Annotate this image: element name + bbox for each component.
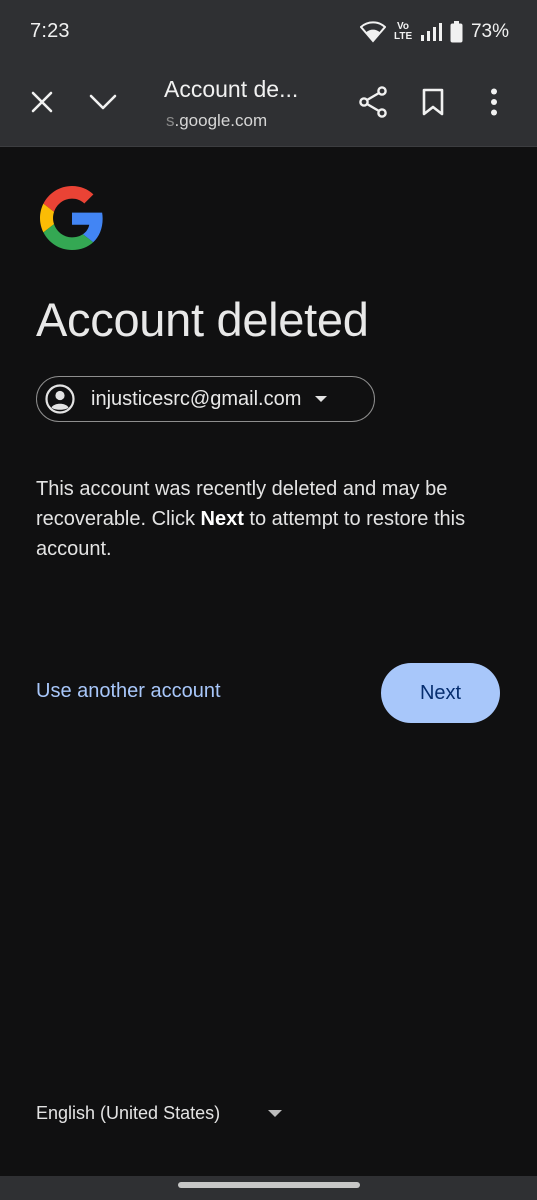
chevron-down-icon [315, 396, 328, 402]
battery-icon [450, 21, 463, 43]
wifi-icon [359, 21, 386, 43]
chevron-down-icon [268, 1110, 283, 1117]
status-time: 7:23 [30, 20, 70, 42]
account-circle-icon [45, 384, 75, 414]
status-icons: Vo LTE 73% [359, 18, 509, 46]
browser-toolbar: Account de... s.google.com [0, 62, 537, 147]
description-bold-next: Next [200, 508, 244, 530]
close-icon [30, 90, 54, 119]
page-title: Account de... [164, 76, 299, 102]
signal-icon [420, 22, 442, 42]
page-url: s.google.com [166, 111, 267, 131]
recovery-description: This account was recently deleted and ma… [36, 474, 496, 564]
more-options-button[interactable] [470, 80, 518, 128]
account-selector[interactable]: injusticesrc@gmail.com [36, 376, 375, 422]
bookmark-icon [422, 88, 444, 121]
language-selector[interactable]: English (United States) [36, 1103, 283, 1124]
close-button[interactable] [18, 80, 66, 128]
bookmark-button[interactable] [409, 80, 457, 128]
language-label: English (United States) [36, 1103, 221, 1123]
share-icon [358, 85, 388, 123]
next-button[interactable]: Next [381, 663, 500, 723]
page-heading: Account deleted [36, 293, 369, 346]
url-faded-part: s [166, 111, 175, 130]
share-button[interactable] [349, 80, 397, 128]
account-email: injusticesrc@gmail.com [91, 387, 302, 410]
google-logo [40, 186, 104, 250]
more-vert-icon [490, 88, 498, 121]
status-bar: 7:23 Vo LTE 73% [0, 0, 537, 62]
system-nav-bar [0, 1176, 537, 1200]
volte-indicator: Vo LTE [393, 21, 413, 42]
gesture-handle[interactable] [178, 1182, 360, 1188]
minimize-button[interactable] [79, 80, 127, 128]
use-another-account-link[interactable]: Use another account [36, 680, 221, 703]
chevron-down-icon [89, 93, 117, 116]
battery-percent: 73% [470, 21, 509, 42]
url-domain: .google.com [174, 111, 268, 130]
